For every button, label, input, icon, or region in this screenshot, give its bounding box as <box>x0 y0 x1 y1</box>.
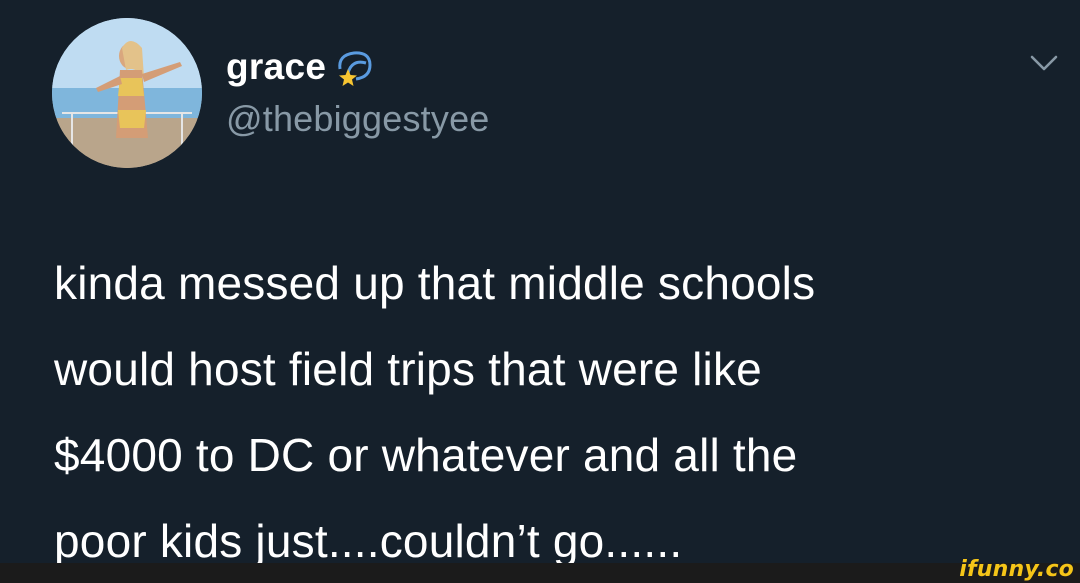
tweet-text-line: $4000 to DC or whatever and all the <box>54 429 798 481</box>
tweet-text-line: would host field trips that were like <box>54 343 762 395</box>
tweet-text-line: kinda messed up that middle schools <box>54 257 816 309</box>
avatar-photo <box>52 18 202 168</box>
author-handle[interactable]: @thebiggestyee <box>226 98 490 140</box>
chevron-down-icon[interactable] <box>1026 50 1062 76</box>
display-name[interactable]: grace <box>226 46 326 88</box>
dizzy-star-emoji-icon <box>338 51 372 86</box>
tweet-text: kinda messed up that middle schools woul… <box>54 240 1064 583</box>
avatar[interactable] <box>52 18 202 168</box>
tweet-card: grace @thebiggestyee kinda messed up tha… <box>0 0 1080 567</box>
watermark: ifunny.co <box>959 557 1074 582</box>
author-name-row[interactable]: grace <box>226 44 374 90</box>
watermark-bar <box>0 563 1080 583</box>
